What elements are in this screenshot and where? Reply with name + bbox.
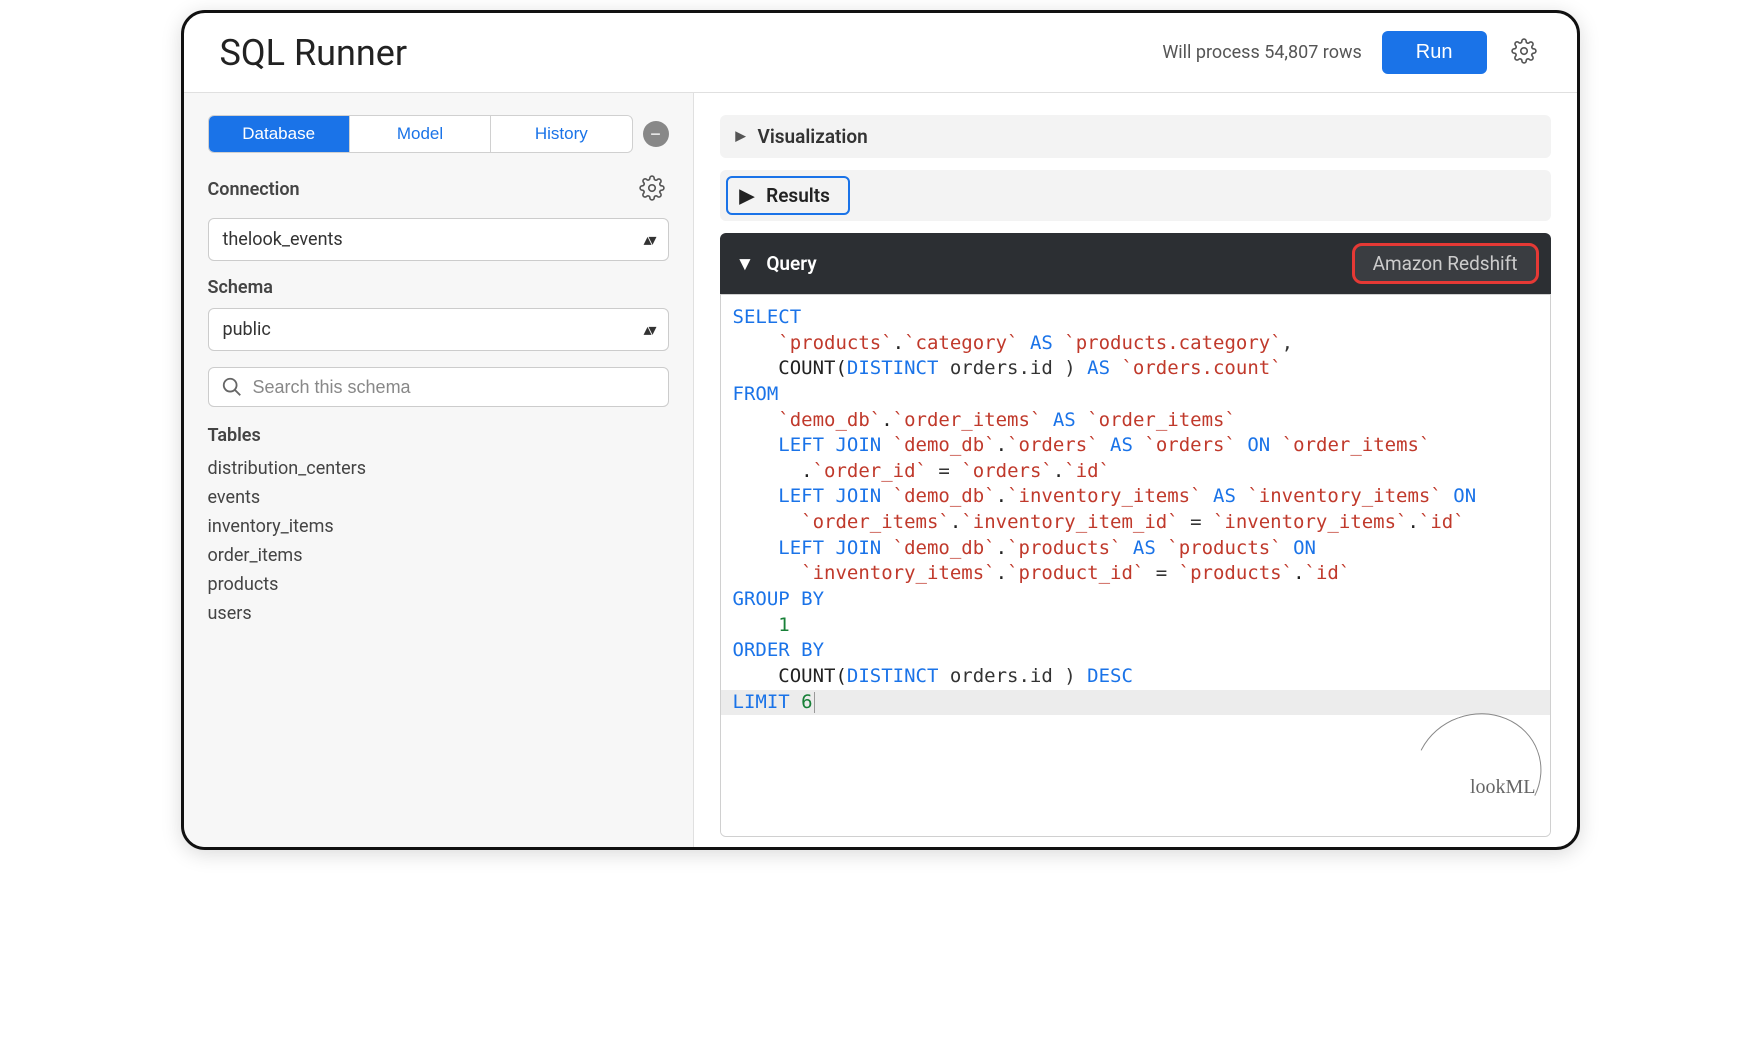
gear-icon	[639, 175, 665, 201]
table-item[interactable]: events	[208, 483, 669, 512]
updown-icon: ▴▾	[643, 320, 653, 339]
schema-value: public	[223, 319, 271, 340]
connection-value: thelook_events	[223, 229, 343, 250]
header: SQL Runner Will process 54,807 rows Run	[184, 13, 1577, 93]
cursor-icon	[814, 692, 815, 713]
tables-label: Tables	[208, 425, 669, 446]
main: Database Model History − Connection	[184, 93, 1577, 847]
caret-right-icon: ▶	[740, 184, 755, 207]
connection-select[interactable]: thelook_events ▴▾	[208, 218, 669, 261]
tables-list: distribution_centers events inventory_it…	[208, 454, 669, 628]
header-actions: Will process 54,807 rows Run	[1162, 31, 1540, 74]
sql-editor[interactable]: SELECT `products`.`category` AS `product…	[720, 294, 1551, 837]
connection-header: Connection	[208, 171, 669, 208]
lookml-logo: lookML	[1420, 720, 1536, 828]
db-dialect-badge: Amazon Redshift	[1352, 243, 1539, 284]
tab-history[interactable]: History	[491, 116, 631, 152]
tab-model[interactable]: Model	[350, 116, 491, 152]
results-panel: ▶ Results	[720, 170, 1551, 221]
page-title: SQL Runner	[220, 32, 408, 74]
app-window: SQL Runner Will process 54,807 rows Run …	[181, 10, 1580, 850]
sidebar-tab-row: Database Model History −	[208, 115, 669, 153]
visualization-toggle[interactable]: ▶ Visualization	[720, 115, 1551, 158]
table-item[interactable]: products	[208, 570, 669, 599]
query-panel-header[interactable]: ▼ Query Amazon Redshift	[720, 233, 1551, 294]
visualization-label: Visualization	[758, 125, 868, 148]
search-icon	[221, 376, 243, 398]
settings-button[interactable]	[1507, 34, 1541, 71]
rows-info: Will process 54,807 rows	[1162, 42, 1361, 63]
run-button[interactable]: Run	[1382, 31, 1487, 74]
tab-database[interactable]: Database	[209, 116, 350, 152]
results-label: Results	[766, 184, 830, 207]
table-item[interactable]: distribution_centers	[208, 454, 669, 483]
minus-icon: −	[650, 125, 661, 143]
content: ▶ Visualization ▶ Results ▼ Query Amazon…	[694, 93, 1577, 847]
caret-right-icon: ▶	[736, 129, 746, 144]
connection-label: Connection	[208, 179, 300, 200]
gear-icon	[1511, 38, 1537, 64]
schema-label: Schema	[208, 277, 669, 298]
sidebar: Database Model History − Connection	[184, 93, 694, 847]
schema-select[interactable]: public ▴▾	[208, 308, 669, 351]
visualization-panel: ▶ Visualization	[720, 115, 1551, 158]
table-item[interactable]: order_items	[208, 541, 669, 570]
table-item[interactable]: inventory_items	[208, 512, 669, 541]
query-label: Query	[766, 252, 816, 275]
results-toggle[interactable]: ▶ Results	[726, 176, 850, 215]
updown-icon: ▴▾	[643, 230, 653, 249]
schema-search[interactable]	[208, 367, 669, 407]
collapse-sidebar-button[interactable]: −	[643, 121, 669, 147]
sidebar-tabs: Database Model History	[208, 115, 633, 153]
caret-down-icon: ▼	[736, 252, 755, 276]
connection-settings-button[interactable]	[635, 171, 669, 208]
schema-search-input[interactable]	[253, 377, 656, 398]
table-item[interactable]: users	[208, 599, 669, 628]
